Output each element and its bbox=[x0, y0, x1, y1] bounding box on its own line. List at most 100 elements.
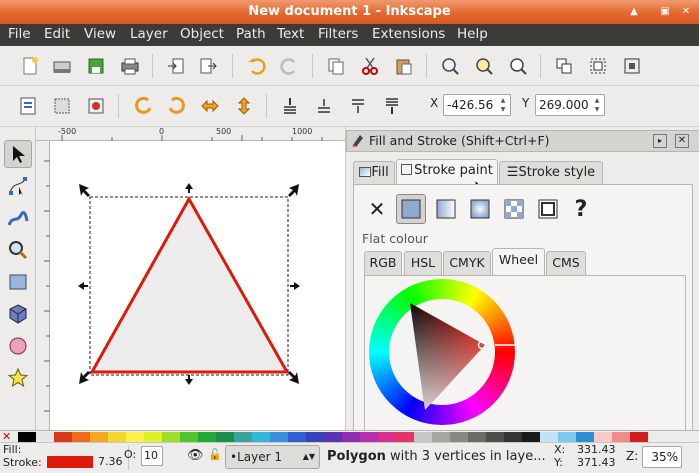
palette-swatch[interactable] bbox=[252, 432, 270, 442]
ellipse-tool-icon[interactable] bbox=[4, 332, 32, 360]
drawing-canvas[interactable] bbox=[50, 141, 345, 430]
palette-swatch[interactable] bbox=[504, 432, 522, 442]
palette-swatch[interactable] bbox=[324, 432, 342, 442]
rectangle-tool-icon[interactable] bbox=[4, 268, 32, 296]
x-coordinate-input[interactable]: -426.56 ▲ ▼ bbox=[443, 94, 511, 116]
palette-swatch[interactable] bbox=[90, 432, 108, 442]
zoom-page-icon[interactable] bbox=[506, 54, 530, 78]
tab-rgb[interactable]: RGB bbox=[364, 251, 402, 275]
flat-color-icon[interactable] bbox=[396, 194, 426, 224]
palette-swatch[interactable] bbox=[396, 432, 414, 442]
group-icon[interactable] bbox=[552, 54, 576, 78]
menu-layer[interactable]: Layer bbox=[130, 26, 168, 42]
palette-swatch[interactable] bbox=[558, 432, 576, 442]
palette-swatch[interactable] bbox=[234, 432, 252, 442]
radial-gradient-icon[interactable] bbox=[465, 194, 495, 224]
palette-swatch[interactable] bbox=[198, 432, 216, 442]
invert-selection-icon[interactable] bbox=[84, 94, 108, 118]
palette-swatch[interactable] bbox=[306, 432, 324, 442]
zoom-selection-icon[interactable] bbox=[438, 54, 462, 78]
select-all-icon[interactable] bbox=[16, 94, 40, 118]
flip-horizontal-icon[interactable] bbox=[198, 94, 222, 118]
panel-close-icon[interactable]: ✕ bbox=[675, 134, 689, 148]
palette-swatch[interactable] bbox=[486, 432, 504, 442]
zoom-tool-icon[interactable] bbox=[4, 236, 32, 264]
save-icon[interactable] bbox=[84, 54, 108, 78]
import-icon[interactable] bbox=[164, 54, 188, 78]
node-tool-icon[interactable] bbox=[4, 172, 32, 200]
menu-view[interactable]: View bbox=[84, 26, 116, 42]
tab-stroke-style[interactable]: ☰Stroke style bbox=[499, 161, 603, 185]
swatch-icon[interactable] bbox=[533, 194, 563, 224]
panel-menu-icon[interactable]: ▸ bbox=[653, 134, 667, 148]
opacity-input[interactable]: 10 bbox=[141, 446, 163, 466]
palette-swatch[interactable] bbox=[630, 432, 648, 442]
palette-swatch[interactable] bbox=[414, 432, 432, 442]
layer-dropdown[interactable]: •Layer 1 ▲▼ bbox=[225, 445, 320, 469]
palette-swatch[interactable] bbox=[342, 432, 360, 442]
tab-fill[interactable]: Fill bbox=[353, 161, 395, 185]
lock-icon[interactable]: 🔓 bbox=[208, 448, 222, 461]
duplicate-icon[interactable] bbox=[324, 54, 348, 78]
visibility-eye-icon[interactable]: 👁 bbox=[187, 448, 204, 463]
tab-hsl[interactable]: HSL bbox=[404, 251, 442, 275]
lower-icon[interactable] bbox=[312, 94, 336, 118]
raise-icon[interactable] bbox=[346, 94, 370, 118]
maximize-icon[interactable]: ▣ bbox=[657, 4, 673, 20]
palette-swatch[interactable] bbox=[162, 432, 180, 442]
palette-swatch[interactable] bbox=[108, 432, 126, 442]
no-color-swatch-icon[interactable]: ✕ bbox=[2, 431, 11, 442]
tweak-tool-icon[interactable] bbox=[4, 204, 32, 232]
palette-swatch[interactable] bbox=[468, 432, 486, 442]
pattern-icon[interactable] bbox=[499, 194, 529, 224]
palette-swatch[interactable] bbox=[432, 432, 450, 442]
print-icon[interactable] bbox=[118, 54, 142, 78]
export-icon[interactable] bbox=[196, 54, 220, 78]
palette-swatch[interactable] bbox=[540, 432, 558, 442]
palette-swatch[interactable] bbox=[288, 432, 306, 442]
lower-to-bottom-icon[interactable] bbox=[278, 94, 302, 118]
zoom-drawing-icon[interactable] bbox=[472, 54, 496, 78]
undo-icon[interactable] bbox=[244, 54, 268, 78]
palette-swatch[interactable] bbox=[576, 432, 594, 442]
clone-icon[interactable] bbox=[620, 54, 644, 78]
tab-cmyk[interactable]: CMYK bbox=[443, 251, 491, 275]
rotate-ccw-icon[interactable] bbox=[132, 94, 156, 118]
palette-swatches[interactable] bbox=[18, 432, 648, 442]
palette-swatch[interactable] bbox=[378, 432, 396, 442]
3d-box-tool-icon[interactable] bbox=[4, 300, 32, 328]
palette-swatch[interactable] bbox=[180, 432, 198, 442]
palette-swatch[interactable] bbox=[270, 432, 288, 442]
cut-icon[interactable] bbox=[358, 54, 382, 78]
star-tool-icon[interactable] bbox=[4, 364, 32, 392]
new-document-icon[interactable] bbox=[18, 54, 42, 78]
ungroup-icon[interactable] bbox=[586, 54, 610, 78]
saturation-triangle[interactable] bbox=[369, 279, 515, 425]
linear-gradient-icon[interactable] bbox=[431, 194, 461, 224]
y-spin-icon[interactable]: ▲ ▼ bbox=[591, 96, 603, 114]
tab-cms[interactable]: CMS bbox=[546, 251, 586, 275]
x-spin-icon[interactable]: ▲ ▼ bbox=[497, 96, 509, 114]
menu-arrow-icon[interactable]: ▲ bbox=[626, 4, 642, 20]
unset-paint-icon[interactable]: ? bbox=[566, 194, 596, 224]
menu-extensions[interactable]: Extensions bbox=[372, 26, 445, 42]
stroke-width-value[interactable]: 7.36 bbox=[98, 455, 123, 468]
palette-swatch[interactable] bbox=[522, 432, 540, 442]
y-coordinate-input[interactable]: 269.000 ▲ ▼ bbox=[535, 94, 605, 116]
palette-swatch[interactable] bbox=[594, 432, 612, 442]
palette-swatch[interactable] bbox=[144, 432, 162, 442]
triangle-polygon[interactable] bbox=[89, 195, 290, 374]
menu-help[interactable]: Help bbox=[457, 26, 488, 42]
close-icon[interactable]: ✕ bbox=[678, 4, 694, 20]
palette-swatch[interactable] bbox=[450, 432, 468, 442]
palette-swatch[interactable] bbox=[612, 432, 630, 442]
palette-swatch[interactable] bbox=[36, 432, 54, 442]
select-all-layers-icon[interactable] bbox=[50, 94, 74, 118]
flip-vertical-icon[interactable] bbox=[232, 94, 256, 118]
no-paint-icon[interactable]: ✕ bbox=[362, 194, 392, 224]
menu-path[interactable]: Path bbox=[236, 26, 266, 42]
menu-text[interactable]: Text bbox=[277, 26, 304, 42]
open-icon[interactable] bbox=[50, 54, 74, 78]
menu-edit[interactable]: Edit bbox=[44, 26, 70, 42]
redo-icon[interactable] bbox=[278, 54, 302, 78]
